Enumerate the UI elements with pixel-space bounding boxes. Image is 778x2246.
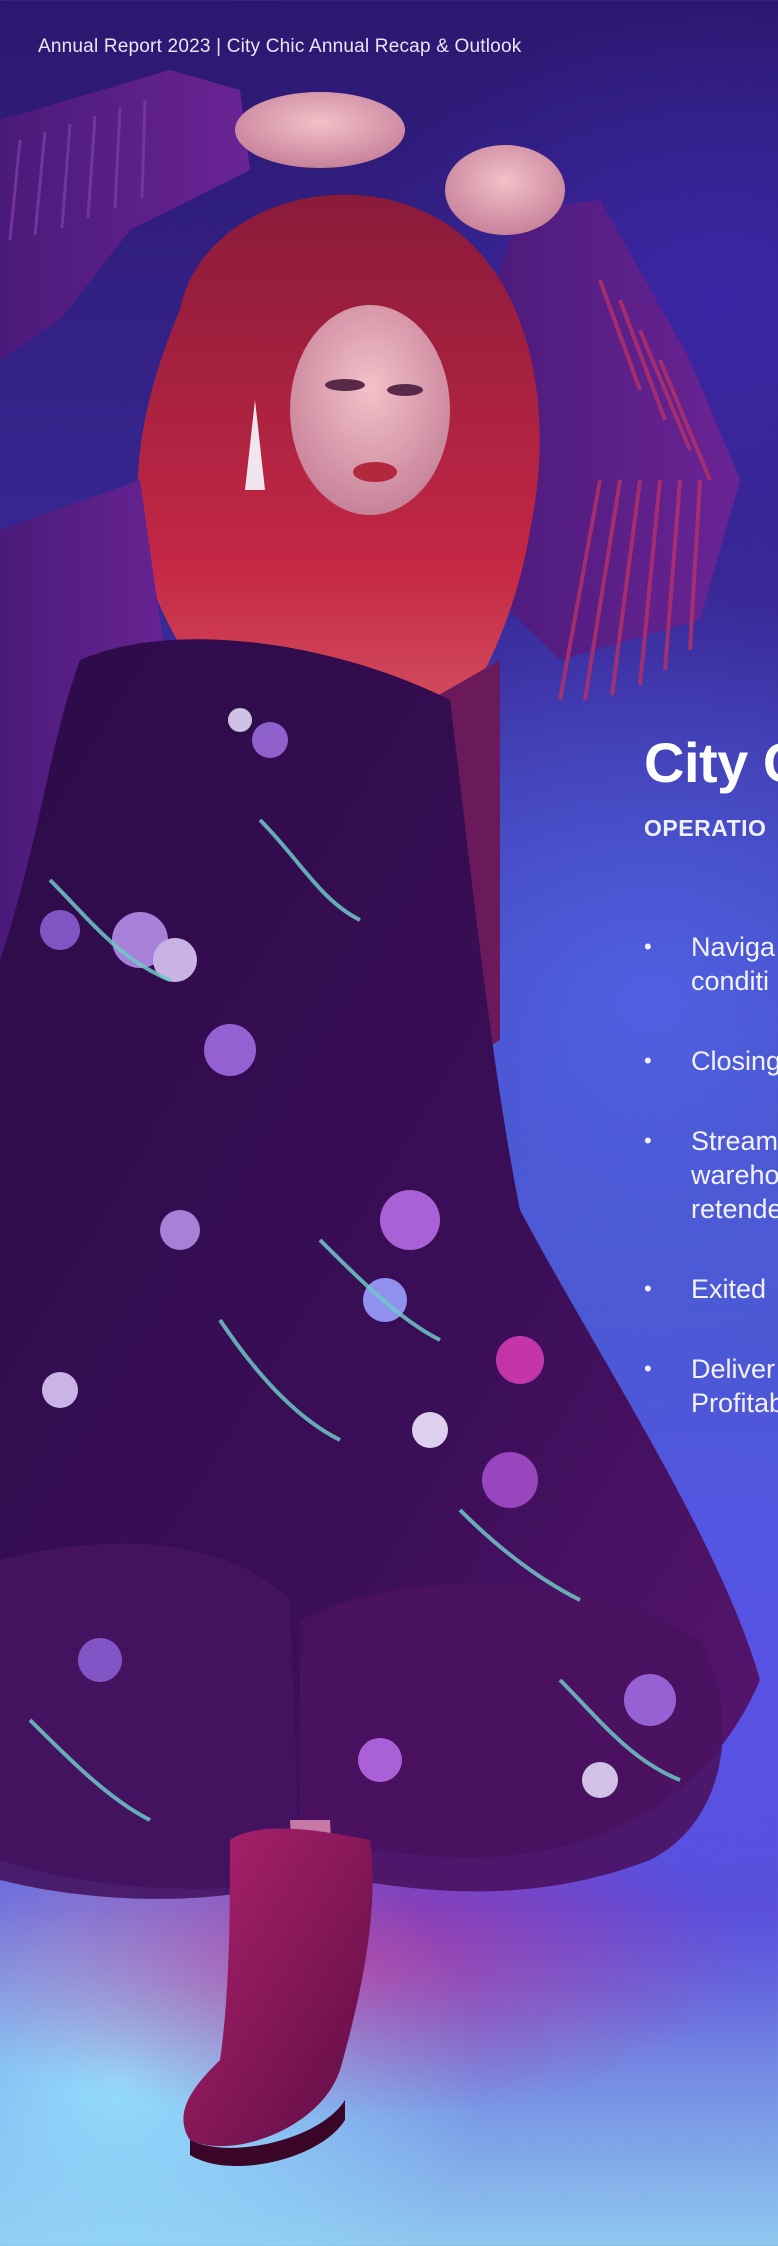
bullet-icon: • xyxy=(644,1356,652,1381)
bullet-icon: • xyxy=(644,1128,652,1153)
list-item-text: Naviga conditi xyxy=(691,932,776,996)
list-item: • Naviga conditi xyxy=(644,930,778,998)
bullet-icon: • xyxy=(644,1048,652,1073)
bullet-icon: • xyxy=(644,934,652,959)
list-item-text: Stream wareho retende xyxy=(691,1126,778,1224)
list-item: • Closing xyxy=(644,1044,778,1078)
section-subtitle: OPERATIO xyxy=(644,815,767,841)
page-title: City C xyxy=(644,731,778,794)
list-item: • Deliver Profitab xyxy=(644,1352,778,1420)
list-item-text: Deliver Profitab xyxy=(691,1354,778,1418)
list-item-text: Exited xyxy=(691,1274,767,1304)
highlights-list: • Naviga conditi • Closing • Stream ware… xyxy=(644,930,778,1466)
bullet-icon: • xyxy=(644,1276,652,1301)
list-item: • Stream wareho retende xyxy=(644,1124,778,1226)
list-item-text: Closing xyxy=(691,1046,778,1076)
report-header: Annual Report 2023 | City Chic Annual Re… xyxy=(38,36,522,57)
list-item: • Exited xyxy=(644,1272,778,1306)
